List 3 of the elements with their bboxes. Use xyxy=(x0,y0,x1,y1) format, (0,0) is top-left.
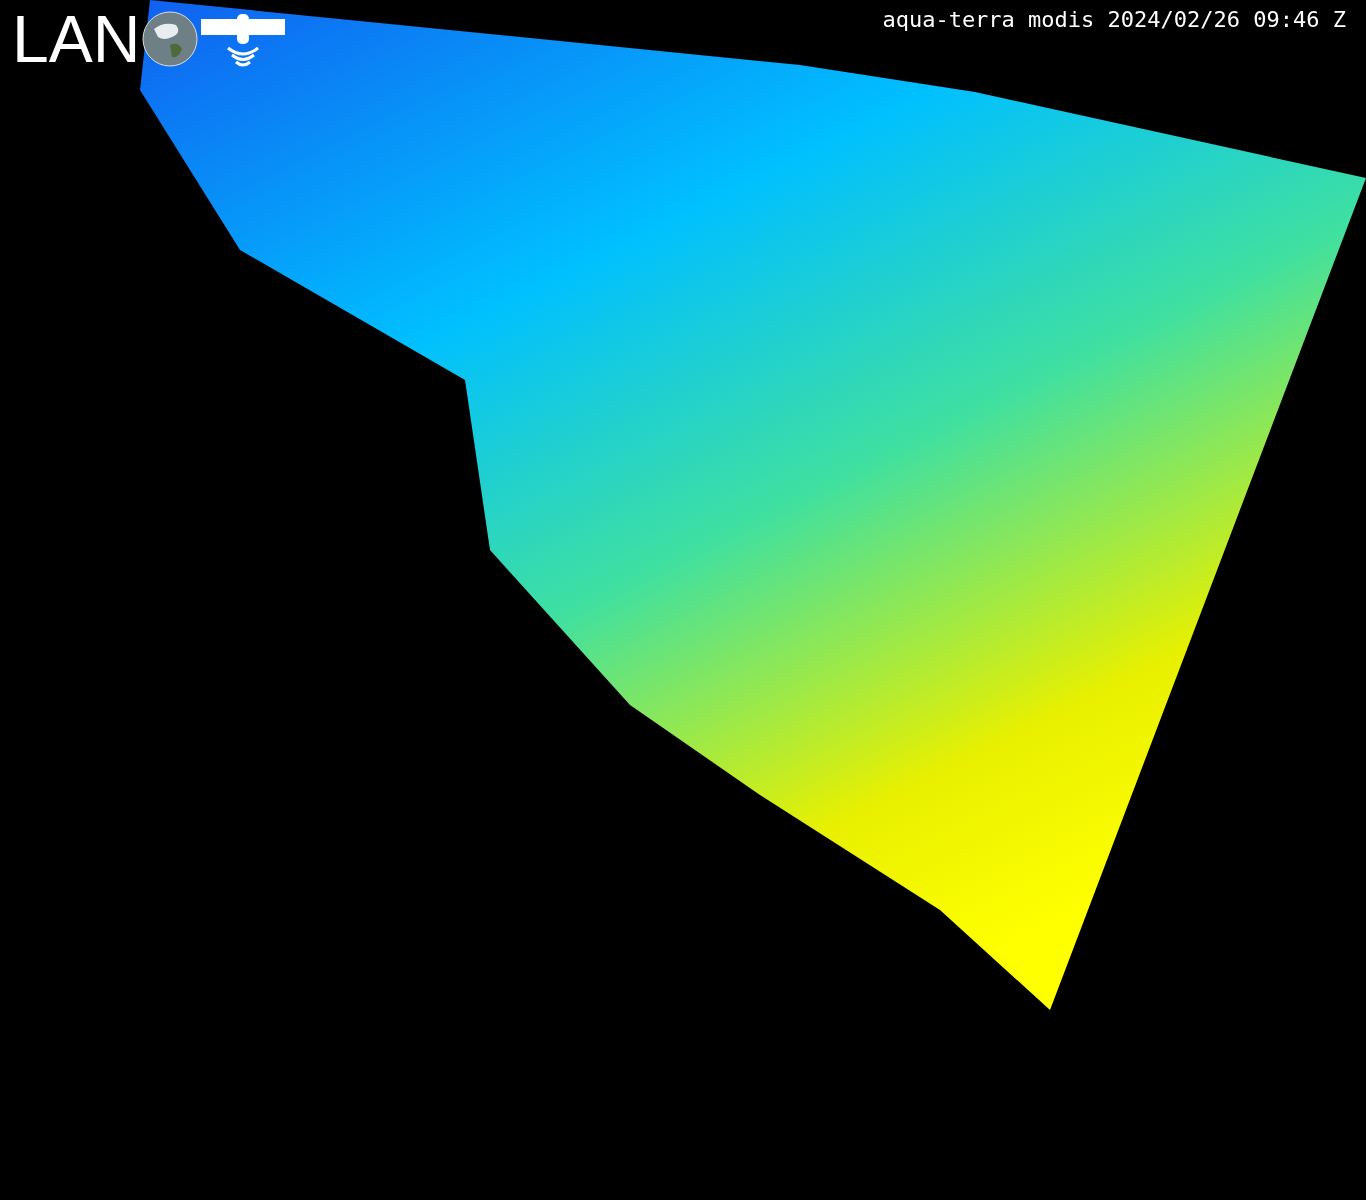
image-caption: aqua-terra modis 2024/02/26 09:46 Z xyxy=(882,6,1346,34)
logo-text: LAN xyxy=(12,4,141,74)
globe-icon xyxy=(142,11,199,67)
